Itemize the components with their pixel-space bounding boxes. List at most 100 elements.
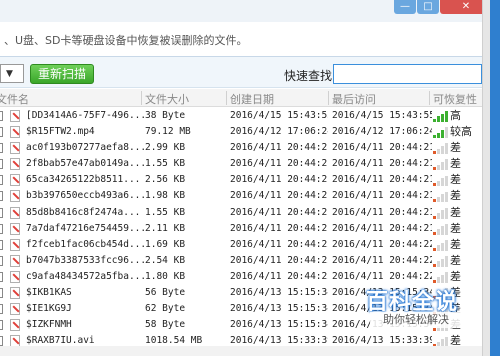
table-row[interactable]: $R15FTW2.mp4 79.12 MB 2016/4/12 17:06:24 20… — [0, 124, 482, 140]
deleted-file-icon — [10, 206, 20, 219]
row-checkbox[interactable] — [0, 336, 3, 347]
last-accessed: 2016/4/11 20:44:21 — [332, 174, 432, 186]
signal-bars-icon — [433, 143, 449, 155]
signal-bar — [441, 146, 444, 155]
row-checkbox[interactable] — [0, 223, 3, 234]
column-header-accessed[interactable]: 最后访问 — [332, 91, 376, 107]
file-size: 1.55 KB — [145, 206, 186, 218]
watermark-subtitle: 助你轻松解决 — [370, 312, 462, 328]
column-header-name[interactable]: 文件名 — [0, 91, 29, 107]
signal-bar — [441, 113, 444, 122]
deleted-file-icon — [10, 126, 20, 139]
table-row[interactable]: f2fceb1fac06cb454d... 1.69 KB 2016/4/11 20… — [0, 237, 482, 253]
created-date: 2016/4/11 20:44:21 — [230, 222, 328, 234]
signal-bar — [445, 207, 448, 219]
signal-bar — [437, 116, 440, 122]
table-row[interactable]: ac0f193b07277aefa8... 2.99 KB 2016/4/11 20… — [0, 140, 482, 156]
signal-bar — [433, 183, 436, 187]
recoverability: 差 — [450, 253, 461, 267]
created-date: 2016/4/11 20:44:21 — [230, 174, 328, 186]
recoverability: 差 — [450, 157, 461, 171]
signal-bar — [433, 119, 436, 122]
created-date: 2016/4/15 15:43:55 — [230, 110, 328, 121]
file-size: 1.55 KB — [145, 158, 186, 170]
row-checkbox[interactable] — [0, 159, 3, 170]
signal-bar — [437, 212, 440, 219]
recoverability: 差 — [450, 189, 461, 203]
row-checkbox[interactable] — [0, 239, 3, 250]
row-checkbox[interactable] — [0, 255, 3, 266]
vertical-scrollbar[interactable] — [482, 0, 490, 356]
recoverability: 高 — [450, 109, 461, 122]
row-checkbox[interactable] — [0, 191, 3, 202]
row-checkbox[interactable] — [0, 175, 3, 186]
column-divider[interactable] — [429, 91, 430, 105]
row-checkbox[interactable] — [0, 288, 3, 299]
deleted-file-icon — [10, 158, 20, 171]
row-checkbox[interactable] — [0, 111, 3, 121]
file-size: 56 Byte — [145, 287, 186, 299]
column-header-created[interactable]: 创建日期 — [230, 91, 274, 107]
signal-bar — [437, 261, 440, 267]
created-date: 2016/4/13 15:15:34 — [230, 287, 328, 299]
signal-bar — [433, 199, 436, 203]
row-checkbox[interactable] — [0, 271, 3, 282]
row-checkbox[interactable] — [0, 143, 3, 154]
signal-bar — [433, 263, 436, 267]
file-name: $IKB1KAS — [26, 287, 72, 299]
signal-bar — [441, 258, 444, 267]
file-size: 58 Byte — [145, 319, 186, 331]
recoverability: 差 — [450, 205, 461, 219]
signal-bar — [441, 194, 444, 203]
minimize-button[interactable]: — — [394, 0, 416, 14]
table-row[interactable]: b3b397650eccb493a6... 1.98 KB 2016/4/11 20… — [0, 188, 482, 204]
horizontal-scrollbar[interactable] — [0, 346, 482, 356]
row-checkbox[interactable] — [0, 304, 3, 315]
rescan-button[interactable]: 重新扫描 — [30, 64, 94, 84]
file-name: 65ca34265122b8511... — [26, 174, 141, 186]
created-date: 2016/4/11 20:44:22 — [230, 238, 328, 250]
column-divider[interactable] — [141, 91, 142, 105]
created-date: 2016/4/11 20:44:22 — [230, 270, 328, 282]
signal-bar — [445, 159, 448, 171]
column-header-recoverability[interactable]: 可恢复性 — [433, 91, 477, 107]
last-accessed: 2016/4/11 20:44:21 — [332, 190, 432, 202]
column-divider[interactable] — [226, 91, 227, 105]
toolbar: ▼ 重新扫描 快速查找: — [0, 57, 482, 88]
row-checkbox[interactable] — [0, 320, 3, 331]
file-size: 38 Byte — [145, 110, 186, 121]
table-row[interactable]: 2f8bab57e47ab0149a... 1.55 KB 2016/4/11 20… — [0, 156, 482, 172]
table-row[interactable]: 85d8b8416c8f2474a... 1.55 KB 2016/4/11 20:… — [0, 205, 482, 221]
window-border — [490, 0, 500, 356]
signal-bar — [441, 242, 444, 251]
search-label: 快速查找: — [284, 69, 337, 83]
signal-bar — [433, 135, 436, 139]
table-row[interactable]: [DD3414A6-75F7-496... 38 Byte 2016/4/15 15… — [0, 108, 482, 124]
signal-bars-icon — [433, 175, 449, 187]
watermark: 百科全说 助你轻松解决 — [356, 282, 468, 332]
signal-bars-icon — [433, 159, 449, 171]
signal-bar — [433, 231, 436, 235]
created-date: 2016/4/11 20:44:21 — [230, 206, 328, 218]
table-row[interactable]: 65ca34265122b8511... 2.56 KB 2016/4/11 20:… — [0, 172, 482, 188]
file-name: b7047b3387533fcc96... — [26, 254, 144, 266]
column-header-size[interactable]: 文件大小 — [145, 91, 189, 107]
row-checkbox[interactable] — [0, 207, 3, 218]
table-row[interactable]: 7a7daf47216e754459... 2.11 KB 2016/4/11 20… — [0, 221, 482, 237]
deleted-file-icon — [10, 222, 20, 235]
signal-bar — [441, 226, 444, 235]
signal-bar — [445, 191, 448, 203]
description-text: 、U盘、SD卡等硬盘设备中恢复被误删除的文件。 — [4, 34, 248, 47]
last-accessed: 2016/4/12 17:06:24 — [332, 126, 432, 138]
signal-bar — [437, 229, 440, 235]
row-checkbox[interactable] — [0, 127, 3, 138]
scan-target-dropdown[interactable]: ▼ — [0, 64, 24, 83]
last-accessed: 2016/4/11 20:44:21 — [332, 222, 432, 234]
search-input[interactable] — [333, 64, 482, 84]
signal-bar — [437, 148, 440, 155]
chevron-down-icon: ▼ — [6, 69, 13, 79]
table-row[interactable]: b7047b3387533fcc96... 2.54 KB 2016/4/11 20… — [0, 253, 482, 269]
signal-bar — [445, 175, 448, 187]
column-divider[interactable] — [328, 91, 329, 105]
maximize-button[interactable]: □ — [417, 0, 439, 14]
